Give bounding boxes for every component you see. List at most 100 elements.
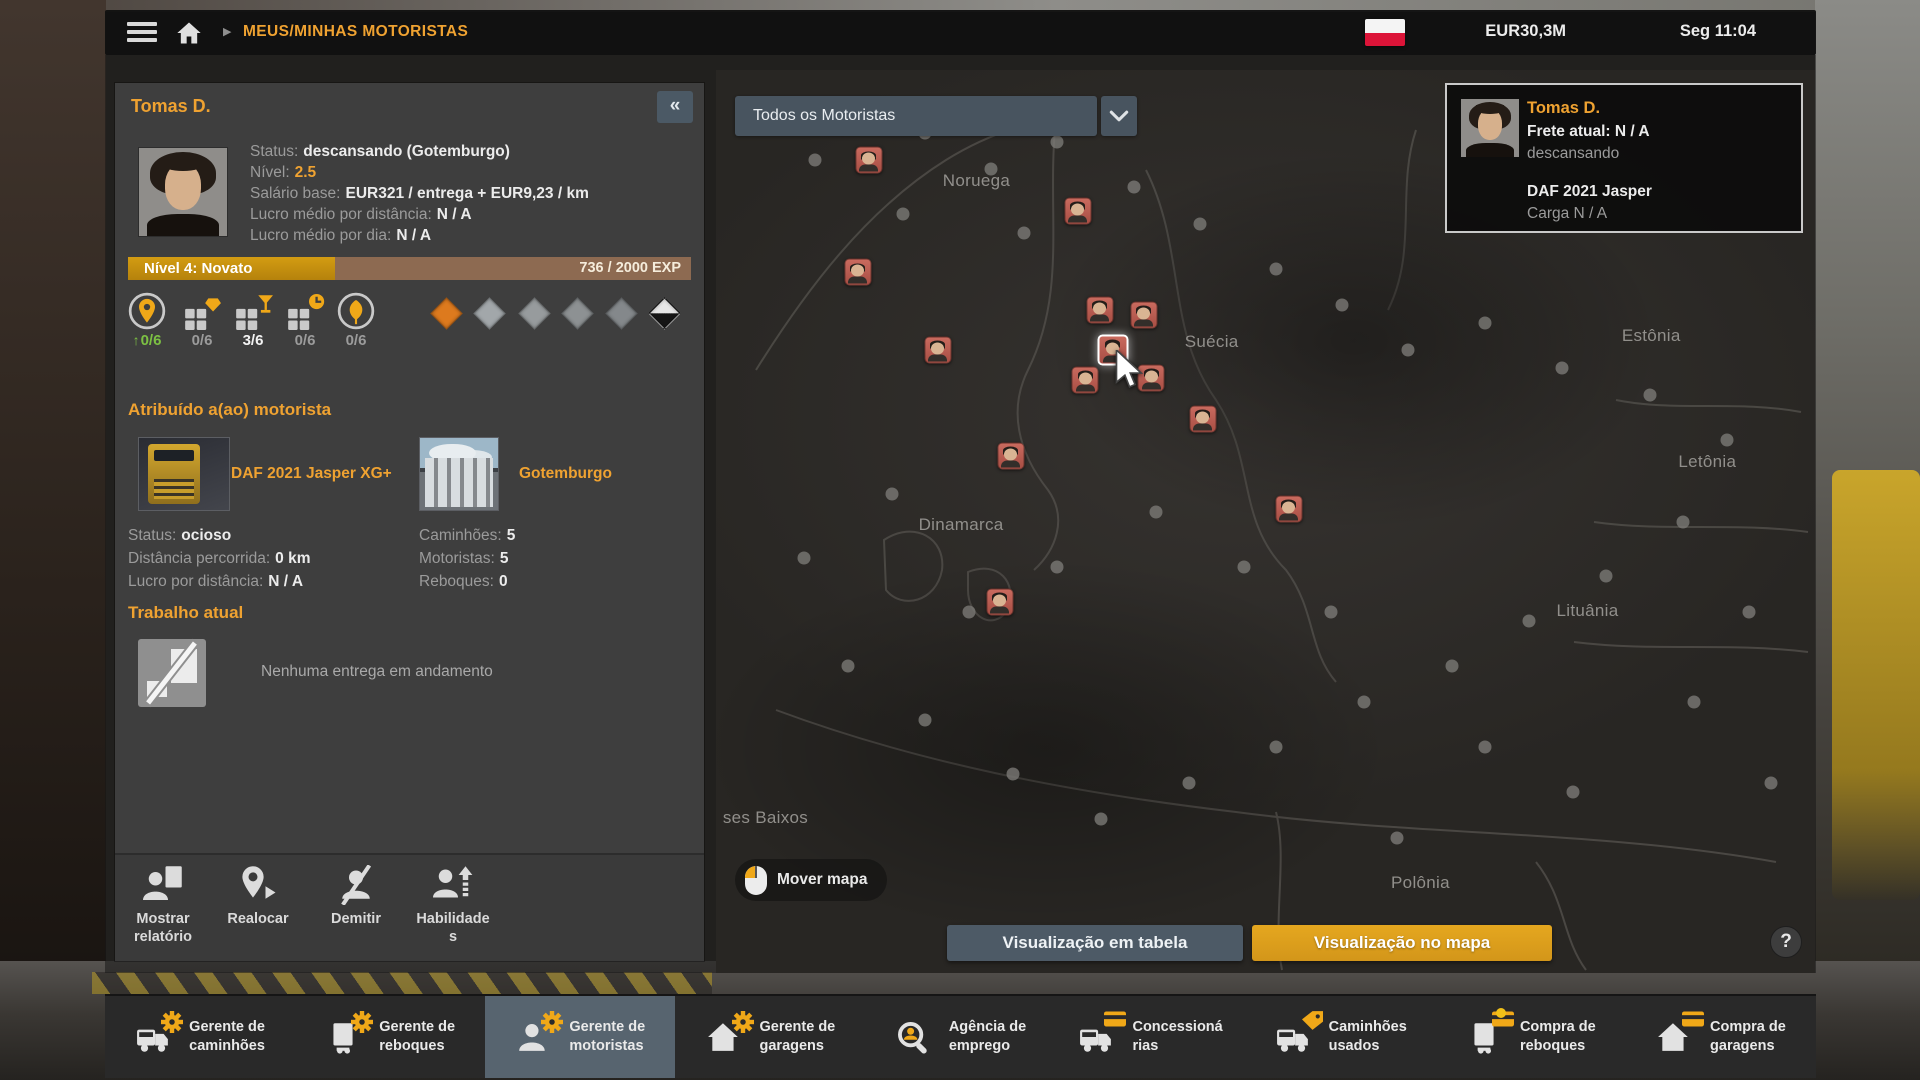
collapse-panel-button[interactable]: « [657, 91, 693, 123]
gear-icon [541, 1011, 563, 1033]
breadcrumb-arrow-icon: ▶ [223, 25, 231, 38]
driver-name: Tomas D. [131, 96, 211, 117]
city-dot [1193, 217, 1206, 230]
city-dot [1523, 614, 1536, 627]
city-dot [1721, 434, 1734, 447]
card-cargo: Carga N / A [1527, 205, 1607, 223]
driver-map-marker[interactable] [1275, 495, 1302, 522]
gear-icon [732, 1011, 754, 1033]
nav-employment-agency[interactable]: Agência deemprego [865, 996, 1055, 1078]
card-icon [1104, 1011, 1126, 1027]
card-driver-name: Tomas D. [1527, 99, 1600, 118]
garage-drivers-line: Motoristas:5 [419, 550, 508, 568]
country-label: Dinamarca [919, 515, 1004, 535]
garage-link[interactable]: Gotemburgo [519, 465, 612, 483]
home-icon[interactable] [175, 19, 203, 47]
nav-truck-manager[interactable]: Gerente decaminhões [105, 996, 295, 1078]
skill-ecodriving[interactable]: ↑0/6 [328, 291, 384, 349]
adr-badge-corrosives [648, 297, 681, 330]
city-dot [1149, 506, 1162, 519]
driver-map-marker[interactable] [1072, 366, 1099, 393]
driver-map-marker[interactable] [855, 147, 882, 174]
city-dot [1094, 813, 1107, 826]
truck-thumbnail[interactable] [138, 437, 230, 511]
assigned-heading: Atribuído a(ao) motorista [128, 400, 331, 420]
skill-urgent-delivery[interactable]: ↑0/6 [277, 291, 333, 349]
nav-driver-manager[interactable]: Gerente demotoristas [485, 996, 675, 1078]
garage-thumbnail[interactable] [419, 437, 499, 511]
dismiss-button[interactable]: Demitir [308, 865, 404, 928]
ecodriving-icon [336, 291, 376, 331]
city-dot [1556, 361, 1569, 374]
mouse-cursor [1115, 350, 1145, 392]
map-view-button[interactable]: Visualização no mapa [1252, 925, 1552, 961]
driver-map-marker[interactable] [1189, 405, 1216, 432]
driver-detail-panel: Tomas D. « Status:descansando (Gotemburg… [115, 83, 704, 961]
city-dot [1127, 181, 1140, 194]
hazard-stripes [92, 972, 712, 994]
truck-link[interactable]: DAF 2021 Jasper XG+ [231, 465, 392, 483]
skill-long-distance[interactable]: ↑0/6 [119, 291, 175, 349]
help-button[interactable]: ? [1770, 926, 1802, 958]
skill-high-value-cargo[interactable]: ↑0/6 [174, 291, 230, 349]
table-view-button[interactable]: Visualização em tabela [947, 925, 1243, 961]
nav-garage-manager[interactable]: Gerente degaragens [675, 996, 865, 1078]
nav-dealerships[interactable]: Concessionárias [1056, 996, 1246, 1078]
level-title: Nível 4: Novato [144, 260, 252, 277]
skill-fragile-cargo[interactable]: ↑3/6 [225, 291, 281, 349]
country-label: Lituânia [1557, 601, 1619, 621]
city-dot [1743, 605, 1756, 618]
menu-icon[interactable] [127, 22, 157, 43]
driver-filter-dropdown[interactable]: Todos os Motoristas [735, 96, 1097, 136]
mouse-icon [745, 866, 767, 895]
dropdown-chevron-button[interactable] [1101, 96, 1137, 136]
driver-map-marker[interactable] [1064, 197, 1091, 224]
driver-action-bar: Mostrar relatório Realocar Demitir Habil… [115, 853, 704, 961]
nav-garage-purchase[interactable]: Compra degaragens [1626, 996, 1816, 1078]
driver-map[interactable]: NoruegaSuéciaEstôniaLetôniaLituâniaDinam… [716, 70, 1815, 973]
card-freight-line: Frete atual: N / A [1527, 123, 1650, 141]
top-bar: ▶ MEUS/MINHAS MOTORISTAS EUR30,3M Seg 11… [105, 10, 1816, 55]
card-driver-status: descansando [1527, 145, 1619, 163]
city-dot [1391, 831, 1404, 844]
show-report-button[interactable]: Mostrar relatório [115, 865, 211, 946]
country-label: Polônia [1391, 873, 1450, 893]
city-dot [797, 551, 810, 564]
city-dot [1358, 696, 1371, 709]
city-dot [1677, 515, 1690, 528]
driver-map-marker[interactable] [997, 442, 1024, 469]
relocate-button[interactable]: Realocar [210, 865, 306, 928]
country-label: Letônia [1678, 452, 1736, 472]
garage-trucks-line: Caminhões:5 [419, 527, 515, 545]
adr-badge-oxidizers [605, 297, 638, 330]
card-icon [1682, 1011, 1704, 1027]
skills-button[interactable]: Habilidades [405, 865, 501, 946]
city-dot [1182, 777, 1195, 790]
urgent-delivery-icon [285, 291, 325, 331]
nav-trailer-manager[interactable]: Gerente dereboques [295, 996, 485, 1078]
city-dot [1446, 659, 1459, 672]
driver-status-line: Status:descansando (Gotemburgo) [250, 143, 510, 161]
city-dot [1600, 569, 1613, 582]
nav-trailer-purchase[interactable]: Compra dereboques [1436, 996, 1626, 1078]
player-money: EUR30,3M [1485, 22, 1566, 41]
city-dot [808, 154, 821, 167]
city-dot [1050, 136, 1063, 149]
card-truck-name: DAF 2021 Jasper [1527, 183, 1652, 201]
truck-profit-line: Lucro por distância:N / A [128, 573, 303, 591]
skills-icon [430, 865, 476, 905]
nav-used-trucks[interactable]: Caminhõesusados [1246, 996, 1436, 1078]
city-dot [1270, 262, 1283, 275]
driver-map-marker[interactable] [1086, 297, 1113, 324]
driver-map-marker[interactable] [924, 336, 951, 363]
country-label: Noruega [943, 171, 1010, 191]
city-dot [1567, 786, 1580, 799]
long-distance-icon [127, 291, 167, 331]
truck-distance-line: Distância percorrida:0 km [128, 550, 311, 568]
adr-badge-flammable-solids [561, 297, 594, 330]
driver-map-marker[interactable] [1130, 301, 1157, 328]
city-dot [1006, 768, 1019, 781]
driver-map-marker[interactable] [986, 588, 1013, 615]
city-dot [1050, 560, 1063, 573]
driver-map-marker[interactable] [844, 259, 871, 286]
